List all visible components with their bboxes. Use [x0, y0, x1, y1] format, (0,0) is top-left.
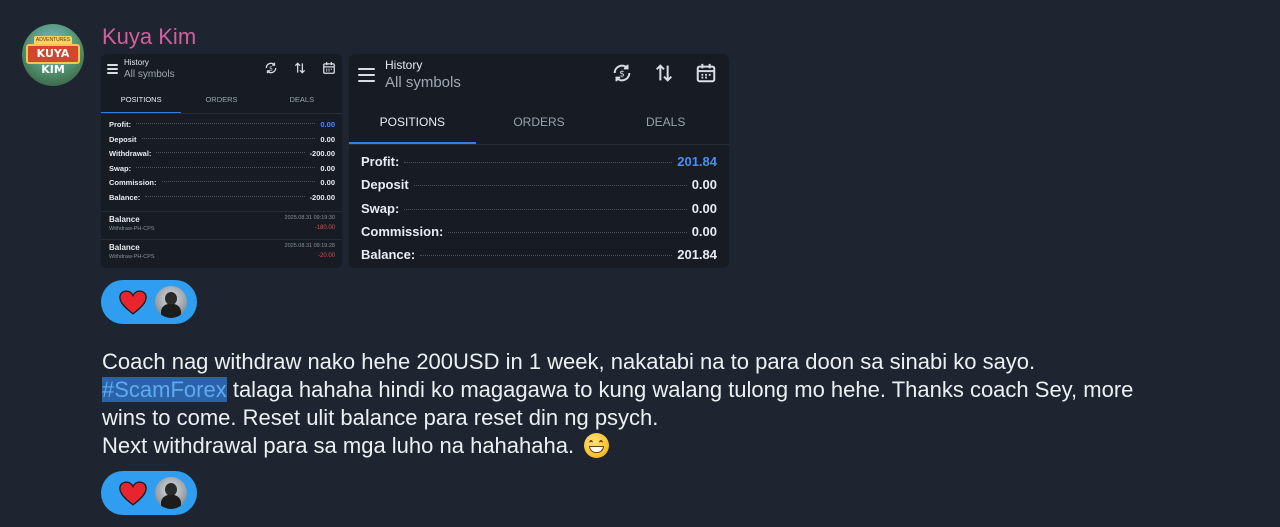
sort-icon — [294, 62, 306, 74]
avatar-banner: KUYA KIM — [26, 44, 80, 76]
sort-icon — [655, 64, 673, 82]
summary-row: Deposit 0.00 — [109, 135, 335, 150]
sender-avatar[interactable]: ADVENTURES OF KUYA KIM — [22, 24, 84, 86]
attached-image-small[interactable]: History All symbols $ POSITIONS ORDERS D… — [101, 54, 342, 268]
currency-refresh-icon: $ — [613, 64, 631, 82]
summary-list: Profit: 201.84 Deposit 0.00 Swap: 0.00 Comm… — [361, 154, 717, 268]
message-line-text: Next withdrawal para sa mga luho na haha… — [102, 433, 575, 458]
summary-row: Commission: 0.00 — [109, 178, 335, 193]
message-line-rest: talaga hahaha hindi ko magagawa to kung … — [226, 377, 1134, 402]
history-subtitle: All symbols — [385, 74, 461, 91]
summary-label: Swap: — [361, 200, 400, 216]
heart-icon — [119, 481, 147, 506]
history-tabs: POSITIONS ORDERS DEALS — [349, 108, 729, 144]
reactor-avatar — [155, 286, 187, 318]
deal-comment: Withdraw-PH-CPS — [109, 254, 155, 260]
summary-row: Balance: 201.84 — [361, 247, 717, 268]
summary-label: Deposit — [109, 134, 137, 144]
svg-text:$: $ — [269, 66, 273, 72]
summary-row: Profit: 0.00 — [109, 120, 335, 135]
attached-image-large[interactable]: History All symbols $ POSITIONS ORDERS D… — [349, 54, 729, 268]
menu-icon — [107, 64, 118, 76]
summary-row: Swap: 0.00 — [109, 164, 335, 179]
summary-value: 0.00 — [691, 200, 717, 216]
calendar-icon — [696, 63, 716, 83]
summary-value: -200.00 — [309, 192, 335, 202]
divider — [101, 211, 342, 212]
summary-label: Profit: — [361, 154, 400, 169]
summary-value: 0.00 — [320, 134, 335, 144]
deal-item: Balance Withdraw-PH-CPS 2025.08.31 09:19… — [109, 213, 335, 239]
hashtag-link[interactable]: #ScamForex — [102, 377, 227, 402]
tab-orders: ORDERS — [205, 95, 238, 104]
summary-row: Deposit 0.00 — [361, 177, 717, 200]
calendar-icon — [323, 62, 335, 74]
history-title: History — [124, 58, 149, 67]
summary-row: Withdrawal: -200.00 — [109, 149, 335, 164]
svg-text:$: $ — [619, 69, 625, 80]
history-subtitle: All symbols — [124, 69, 175, 80]
reaction-heart-button[interactable] — [101, 280, 197, 324]
reactor-avatar — [155, 477, 187, 509]
summary-value: 0.00 — [320, 120, 335, 129]
history-tabs: POSITIONS ORDERS DEALS — [101, 90, 342, 113]
divider — [101, 113, 342, 114]
reaction-heart-button[interactable] — [101, 471, 197, 515]
deal-item: Balance Withdraw-PH-CPS 2025.08.31 09:19… — [109, 241, 335, 267]
summary-value: 0.00 — [691, 223, 717, 239]
summary-value: -200.00 — [309, 149, 335, 159]
divider — [349, 144, 729, 145]
summary-value: 201.84 — [677, 154, 717, 169]
summary-row: Commission: 0.00 — [361, 224, 717, 247]
summary-value: 0.00 — [320, 178, 335, 188]
message-text: Coach nag withdraw nako hehe 200USD in 1… — [102, 348, 1242, 460]
message-line: #ScamForex talaga hahaha hindi ko magaga… — [102, 376, 1242, 404]
summary-label: Profit: — [109, 120, 132, 129]
deal-date: 2025.08.31 09:19:30 — [284, 215, 335, 221]
grinning-emoji-icon — [584, 433, 610, 458]
message-line: Coach nag withdraw nako hehe 200USD in 1… — [102, 349, 1036, 374]
history-title: History — [385, 58, 423, 72]
message-line: wins to come. Reset ulit balance para re… — [102, 405, 659, 430]
summary-list: Profit: 0.00 Deposit 0.00 Withdrawal: -200.… — [109, 120, 335, 208]
menu-icon — [358, 68, 375, 86]
deal-name: Balance — [109, 243, 140, 252]
summary-row: Balance: -200.00 — [109, 193, 335, 208]
tab-deals: DEALS — [646, 115, 686, 129]
summary-label: Balance: — [361, 247, 416, 263]
tab-positions: POSITIONS — [349, 108, 476, 144]
summary-value: 0.00 — [320, 163, 335, 173]
deal-date: 2025.08.31 09:19:28 — [284, 243, 335, 249]
summary-label: Commission: — [361, 223, 444, 239]
deal-name: Balance — [109, 215, 140, 224]
tab-orders: ORDERS — [513, 115, 565, 129]
summary-value: 201.84 — [677, 247, 717, 263]
summary-label: Withdrawal: — [109, 149, 152, 159]
tab-deals: DEALS — [289, 95, 315, 104]
currency-refresh-icon: $ — [265, 62, 277, 74]
heart-icon — [119, 290, 147, 315]
summary-label: Deposit — [361, 177, 409, 193]
summary-row: Swap: 0.00 — [361, 201, 717, 224]
divider — [101, 239, 342, 240]
message-line: Next withdrawal para sa mga luho na haha… — [102, 432, 1242, 460]
deal-amount: -20.00 — [317, 253, 335, 259]
summary-label: Balance: — [109, 192, 141, 202]
deal-comment: Withdraw-PH-CPS — [109, 226, 155, 232]
summary-label: Commission: — [109, 178, 157, 188]
summary-value: 0.00 — [691, 177, 717, 193]
summary-row: Profit: 201.84 — [361, 154, 717, 177]
tab-positions: POSITIONS — [101, 90, 182, 113]
sender-name[interactable]: Kuya Kim — [102, 24, 196, 50]
summary-label: Swap: — [109, 163, 132, 173]
deal-amount: -180.00 — [314, 225, 335, 231]
